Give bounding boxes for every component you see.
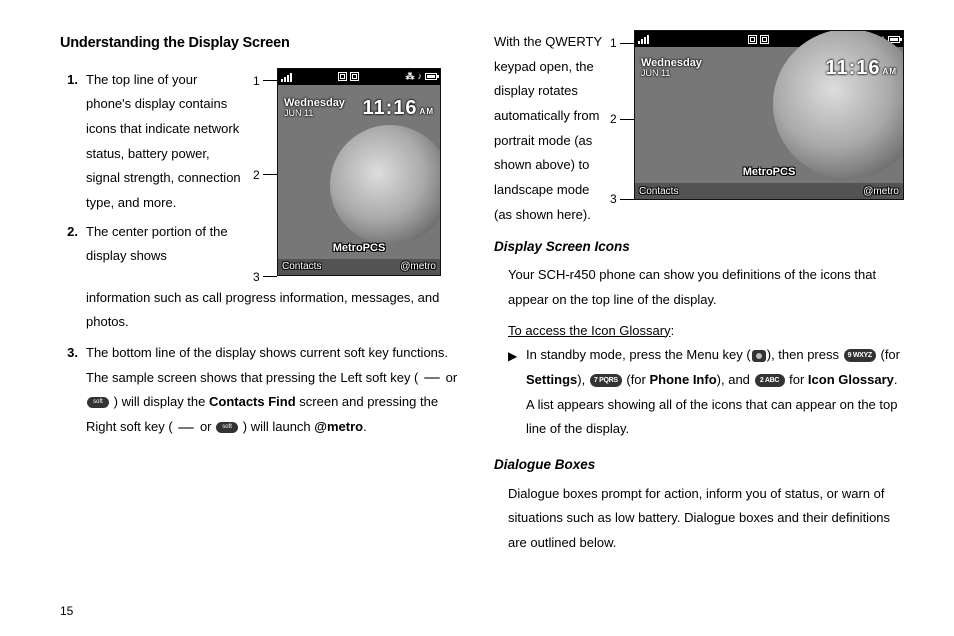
softkey-pill-icon: soft — [216, 422, 238, 433]
date: JUN 11 — [641, 69, 702, 79]
bold-atmetro: @metro — [314, 419, 363, 434]
qwerty-note: With the QWERTY keypad open, the display… — [494, 30, 602, 228]
page-number: 15 — [60, 604, 73, 618]
date: JUN 11 — [284, 109, 345, 119]
list-item: 1. The top line of your phone's display … — [60, 68, 245, 216]
clock: 11:16AM — [362, 89, 434, 127]
list-text: The top line of your phone's display con… — [86, 68, 245, 216]
clock: 11:16AM — [825, 49, 897, 87]
list-text: The center portion of the display shows — [86, 220, 245, 269]
list-number: 2. — [60, 220, 86, 269]
right-softkey-label: @metro — [400, 257, 436, 276]
signal-icon — [638, 34, 649, 44]
callout-label: 2 — [253, 164, 261, 187]
bold-phone-info: Phone Info — [649, 372, 716, 387]
subheading-dialogue-boxes: Dialogue Boxes — [494, 452, 904, 478]
softkey-pill-icon: soft — [87, 397, 109, 408]
menu-key-icon — [752, 350, 766, 362]
phone-screen-portrait: ⁂ ♪ Wednesday JUN 11 11:16AM MetroPCS — [277, 68, 441, 276]
callout-label: 2 — [610, 108, 618, 131]
list-number: 1. — [60, 68, 86, 216]
status-icon — [748, 35, 757, 44]
sound-icon: ♪ — [418, 68, 423, 85]
callout-label: 1 — [253, 70, 261, 93]
list-item: 3. The bottom line of the display shows … — [60, 341, 466, 440]
battery-icon — [425, 73, 437, 80]
list-item: 2. The center portion of the display sho… — [60, 220, 245, 269]
status-icon — [350, 72, 359, 81]
right-column: With the QWERTY keypad open, the display… — [494, 30, 904, 585]
callout-label: 3 — [610, 188, 618, 211]
heading-understanding: Understanding the Display Screen — [60, 30, 466, 58]
left-softkey-label: Contacts — [639, 182, 678, 201]
right-softkey-label: @metro — [863, 182, 899, 201]
bold-icon-glossary: Icon Glossary — [808, 372, 894, 387]
body-text: Your SCH-r450 phone can show you definit… — [508, 263, 904, 312]
arrow-bullet-icon: ▶ — [508, 343, 526, 442]
subheading-display-screen-icons: Display Screen Icons — [494, 234, 904, 260]
softkey-line-icon — [424, 377, 440, 379]
figure-portrait-phone: 1 2 3 ⁂ ♪ — [253, 68, 466, 286]
phone-screen-landscape: ⁂ ♪ Wednesday JUN 11 11:16AM MetroPCS — [634, 30, 904, 200]
softkey-line-icon — [178, 427, 194, 429]
key-7-icon: 7 PQRS — [590, 374, 622, 387]
step-text: In standby mode, press the Menu key (), … — [526, 343, 904, 442]
day-of-week: Wednesday — [284, 97, 345, 109]
list-text: The bottom line of the display shows cur… — [86, 341, 466, 440]
status-bar: ⁂ ♪ — [278, 69, 440, 85]
signal-icon — [281, 72, 292, 82]
body-text: Dialogue boxes prompt for action, inform… — [508, 482, 904, 556]
list-number: 3. — [60, 341, 86, 440]
callout-label: 3 — [253, 266, 261, 289]
key-9-icon: 9 WXYZ — [844, 349, 876, 362]
bluetooth-icon: ⁂ — [406, 68, 415, 85]
bold-contacts-find: Contacts Find — [209, 394, 296, 409]
wallpaper-face — [330, 125, 441, 245]
figure-landscape-phone: 1 2 3 ⁂ ♪ — [610, 30, 904, 208]
list-item-continuation: information such as call progress inform… — [60, 286, 466, 335]
step-item: ▶ In standby mode, press the Menu key ()… — [508, 343, 904, 442]
list-text: information such as call progress inform… — [86, 286, 466, 335]
callout-label: 1 — [610, 32, 618, 55]
status-icon — [760, 35, 769, 44]
status-icon — [338, 72, 347, 81]
left-softkey-label: Contacts — [282, 257, 321, 276]
carrier-label: MetroPCS — [278, 238, 440, 259]
bold-settings: Settings — [526, 372, 577, 387]
link-icon-glossary: To access the Icon Glossary — [508, 323, 671, 338]
key-2-icon: 2 ABC — [755, 374, 785, 387]
left-column: Understanding the Display Screen 1. The … — [60, 30, 466, 585]
carrier-label: MetroPCS — [635, 162, 903, 183]
